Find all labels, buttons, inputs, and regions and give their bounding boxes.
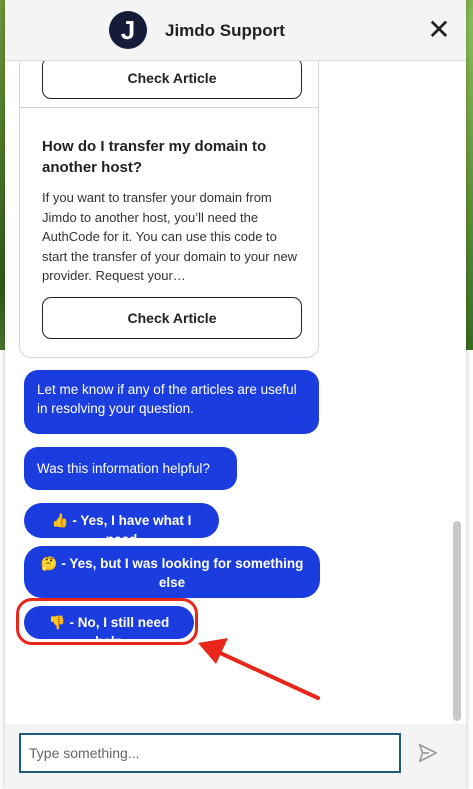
- jimdo-logo: J: [109, 11, 147, 49]
- thinking-face-icon: 🤔: [40, 556, 58, 571]
- support-chat-widget: J Jimdo Support ✕ Check Article How do I…: [5, 0, 466, 789]
- message-input[interactable]: [19, 733, 401, 773]
- bot-message: Let me know if any of the articles are u…: [24, 370, 319, 434]
- check-article-button[interactable]: Check Article: [42, 61, 302, 99]
- thumbs-up-icon: 👍: [51, 513, 69, 528]
- close-icon[interactable]: ✕: [425, 16, 453, 44]
- quick-reply-label: - Yes, but I was looking for something e…: [61, 556, 304, 590]
- chat-title: Jimdo Support: [165, 21, 285, 40]
- card-divider: [20, 107, 318, 108]
- article-excerpt: If you want to transfer your domain from…: [42, 190, 298, 283]
- chat-header: J Jimdo Support ✕: [5, 0, 466, 61]
- scrollbar[interactable]: [453, 61, 461, 724]
- composer-bar: [5, 724, 466, 789]
- send-icon[interactable]: [417, 742, 439, 764]
- check-article-button[interactable]: Check Article: [42, 297, 302, 339]
- scrollbar-thumb[interactable]: [453, 521, 461, 721]
- quick-reply-yes[interactable]: 👍 - Yes, I have what I need: [24, 503, 219, 547]
- quick-reply-label: - Yes, I have what I need: [72, 513, 192, 547]
- quick-reply-yes-but[interactable]: 🤔 - Yes, but I was looking for something …: [24, 546, 320, 598]
- bot-message: Was this information helpful?: [24, 447, 237, 490]
- article-title: How do I transfer my domain to another h…: [42, 138, 267, 176]
- highlight-outline: [16, 598, 198, 645]
- message-list[interactable]: Check Article How do I transfer my domai…: [5, 61, 466, 724]
- article-carousel-card: Check Article How do I transfer my domai…: [19, 61, 319, 358]
